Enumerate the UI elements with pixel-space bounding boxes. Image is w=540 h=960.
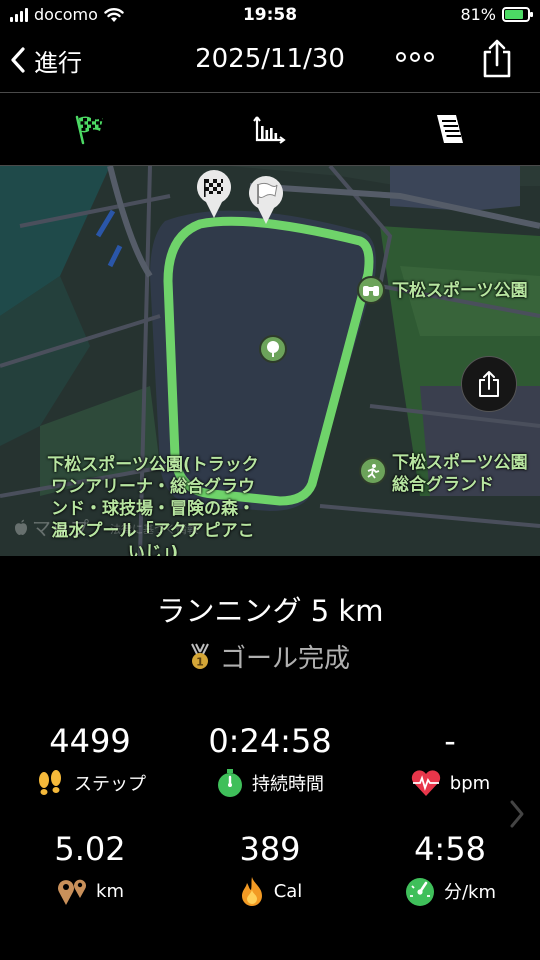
location-pin-icon [58, 879, 87, 905]
battery-fill [505, 10, 523, 19]
chart-icon [253, 116, 286, 144]
more-button[interactable] [396, 52, 434, 62]
map-attribution-label: マップ [32, 518, 90, 540]
share-button[interactable] [478, 38, 516, 82]
chevron-right-icon[interactable] [508, 798, 526, 830]
poi-label: 下松スポーツ公園 [392, 281, 528, 301]
workout-title: ランニング 5 km [156, 594, 384, 628]
tab-bar [0, 93, 540, 165]
stat-label: 分/km [443, 882, 497, 903]
stat-label: bpm [449, 772, 491, 794]
route-map[interactable]: 下松スポーツ公園(トラックワンアリーナ・総合グラウンド・球技場・冒険の森・温水プ… [0, 166, 540, 556]
battery-icon [502, 7, 533, 22]
stat-value: 4:58 [414, 830, 486, 868]
nav-bar: 進行 2025/11/30 [0, 34, 540, 92]
stadium-icon [359, 457, 387, 485]
stat-label: ステップ [74, 774, 146, 795]
stat-label: km [96, 880, 124, 902]
stat-value: - [444, 722, 456, 760]
stat-calories: 389 Cal [180, 830, 360, 906]
document-icon [437, 115, 463, 143]
stat-value: 5.02 [54, 830, 126, 868]
battery-percent: 81% [460, 5, 496, 24]
stat-duration: 0:24:58 持続時間 [180, 722, 360, 798]
status-bar-right: 81% [460, 5, 533, 24]
stat-heart-rate: - bpm [360, 722, 540, 798]
heart-icon [411, 770, 440, 796]
chevron-left-icon [11, 47, 25, 73]
medal-icon: 1 [191, 643, 209, 669]
stat-value: 389 [239, 830, 301, 868]
goal-status: 1 ゴール完成 [0, 638, 540, 675]
stat-distance: 5.02 km [0, 830, 180, 906]
back-label: 進行 [34, 48, 82, 77]
status-bar: docomo 19:58 81% [0, 0, 540, 34]
dot-icon [396, 52, 406, 62]
svg-text:1: 1 [196, 655, 204, 668]
map-attribution: マップ [14, 514, 89, 541]
goal-label: ゴール完成 [219, 644, 350, 674]
start-pin-icon [197, 170, 231, 218]
tab-charts[interactable] [250, 109, 290, 149]
park-tree-icon [259, 335, 287, 363]
status-time: 19:58 [242, 5, 298, 25]
legal-link[interactable]: 法律に基づく情報 [110, 521, 198, 537]
stat-label: 持続時間 [252, 774, 324, 795]
finish-pin-icon [249, 176, 283, 224]
stat-label: Cal [273, 880, 303, 902]
footprints-icon [39, 770, 61, 795]
poi-label: 下松スポーツ公園総合グランド [392, 453, 528, 495]
dot-icon [424, 52, 434, 62]
speedometer-icon [405, 878, 434, 906]
share-icon [479, 371, 499, 397]
apple-logo-icon [15, 519, 27, 535]
tab-route[interactable] [70, 109, 110, 149]
stopwatch-icon [218, 769, 242, 797]
tab-details[interactable] [430, 109, 470, 149]
binoculars-icon [357, 276, 385, 304]
checkered-flag-icon [75, 115, 103, 145]
dot-icon [410, 52, 420, 62]
share-icon [483, 39, 511, 78]
back-button[interactable]: 進行 [10, 42, 82, 78]
stat-value: 0:24:58 [208, 722, 332, 760]
stat-value: 4499 [49, 722, 131, 760]
stat-pace: 4:58 分/km [360, 830, 540, 906]
stat-steps: 4499 ステップ [0, 722, 180, 798]
flame-icon [241, 877, 262, 906]
map-share-button[interactable] [461, 356, 517, 412]
